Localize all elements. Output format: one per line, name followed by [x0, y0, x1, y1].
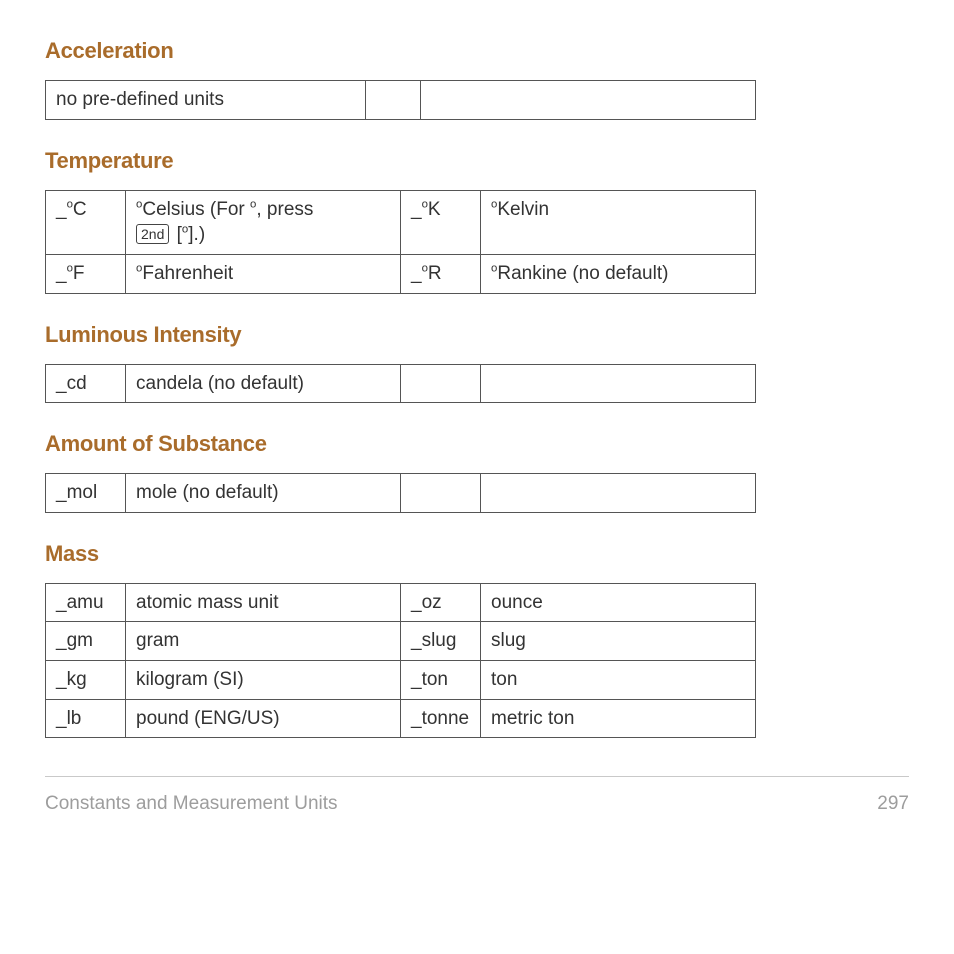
page-footer: Constants and Measurement Units 297 [45, 793, 909, 815]
kbd-deg: [o] [177, 224, 194, 245]
heading-temperature: Temperature [45, 148, 909, 174]
table-row: _gm gram _slug slug [46, 622, 756, 661]
heading-amount: Amount of Substance [45, 431, 909, 457]
table-row: _oF oFahrenheit _oR oRankine (no default… [46, 254, 756, 293]
table-acceleration: no pre-defined units [45, 80, 756, 120]
cell-empty [481, 474, 756, 513]
cell-desc: ounce [481, 583, 756, 622]
cell-symbol: _mol [46, 474, 126, 513]
cell-desc: metric ton [481, 699, 756, 738]
cell-desc: atomic mass unit [126, 583, 401, 622]
cell-symbol: _kg [46, 661, 126, 700]
cell-text: no pre-defined units [46, 81, 366, 120]
table-row: _oC oCelsius (For o, press 2nd [o].) _oK… [46, 190, 756, 254]
cell-empty [481, 364, 756, 403]
cell-empty [421, 81, 756, 120]
cell-desc: slug [481, 622, 756, 661]
heading-luminous: Luminous Intensity [45, 322, 909, 348]
cell-desc: kilogram (SI) [126, 661, 401, 700]
cell-empty [401, 474, 481, 513]
table-temperature: _oC oCelsius (For o, press 2nd [o].) _oK… [45, 190, 756, 294]
cell-symbol: _oC [46, 190, 126, 254]
cell-symbol: _oR [401, 254, 481, 293]
cell-symbol: _cd [46, 364, 126, 403]
table-row: _lb pound (ENG/US) _tonne metric ton [46, 699, 756, 738]
kbd-2nd: 2nd [136, 224, 169, 244]
cell-empty [366, 81, 421, 120]
table-row: _cd candela (no default) [46, 364, 756, 403]
table-mass: _amu atomic mass unit _oz ounce _gm gram… [45, 583, 756, 739]
heading-acceleration: Acceleration [45, 38, 909, 64]
cell-symbol: _amu [46, 583, 126, 622]
cell-desc: pound (ENG/US) [126, 699, 401, 738]
cell-symbol: _oz [401, 583, 481, 622]
cell-desc: oFahrenheit [126, 254, 401, 293]
heading-mass: Mass [45, 541, 909, 567]
cell-desc: ton [481, 661, 756, 700]
footer-rule [45, 776, 909, 777]
cell-symbol: _ton [401, 661, 481, 700]
cell-empty [401, 364, 481, 403]
cell-symbol: _slug [401, 622, 481, 661]
table-luminous: _cd candela (no default) [45, 364, 756, 404]
cell-desc: gram [126, 622, 401, 661]
cell-desc: candela (no default) [126, 364, 401, 403]
table-row: _amu atomic mass unit _oz ounce [46, 583, 756, 622]
cell-symbol: _tonne [401, 699, 481, 738]
cell-symbol: _lb [46, 699, 126, 738]
footer-page-number: 297 [877, 793, 909, 815]
cell-desc: oKelvin [481, 190, 756, 254]
table-row: no pre-defined units [46, 81, 756, 120]
cell-symbol: _oF [46, 254, 126, 293]
cell-desc: oRankine (no default) [481, 254, 756, 293]
table-amount: _mol mole (no default) [45, 473, 756, 513]
cell-symbol: _oK [401, 190, 481, 254]
cell-desc: oCelsius (For o, press 2nd [o].) [126, 190, 401, 254]
table-row: _mol mole (no default) [46, 474, 756, 513]
footer-title: Constants and Measurement Units [45, 793, 338, 815]
cell-symbol: _gm [46, 622, 126, 661]
table-row: _kg kilogram (SI) _ton ton [46, 661, 756, 700]
cell-desc: mole (no default) [126, 474, 401, 513]
cell-text: .) [194, 224, 206, 245]
